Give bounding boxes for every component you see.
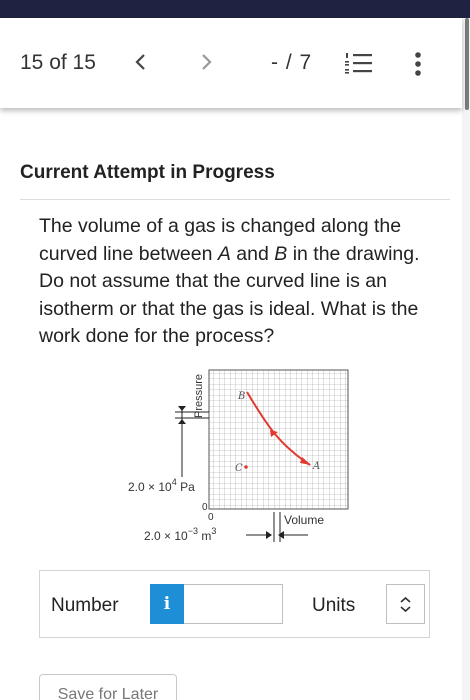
- previous-question-button[interactable]: [128, 47, 154, 77]
- arrow-head-icon: [266, 531, 272, 539]
- origin-x-label: 0: [208, 512, 214, 523]
- question-nav-bar: 15 of 15 - / 7: [0, 18, 462, 108]
- save-for-later-button[interactable]: Save for Later: [39, 674, 177, 700]
- chevron-right-icon: [202, 54, 212, 70]
- y-axis-label: Pressure: [193, 374, 205, 418]
- pv-diagram-svg: Pressure 2.0 × 104 Pa 0 0 2.0 × 10−3 m3 …: [128, 369, 349, 543]
- x-axis-label: Volume: [284, 513, 324, 527]
- point-a-label: A: [312, 461, 320, 472]
- info-icon: i: [163, 594, 171, 614]
- next-question-button[interactable]: [194, 47, 220, 77]
- number-input[interactable]: [184, 584, 283, 624]
- question-text-part: and: [230, 242, 275, 265]
- point-c-label: C: [235, 463, 243, 474]
- question-text: The volume of a gas is changed along the…: [39, 213, 439, 351]
- attempt-status-heading: Current Attempt in Progress: [20, 162, 275, 183]
- info-button[interactable]: i: [150, 584, 184, 624]
- point-a-variable: A: [217, 242, 231, 265]
- number-label: Number: [51, 595, 119, 616]
- question-score: - / 7: [271, 51, 313, 74]
- scrollbar-thumb[interactable]: [465, 18, 469, 110]
- arrow-head-icon: [178, 419, 186, 424]
- units-label: Units: [312, 595, 356, 616]
- point-c-marker: [244, 465, 248, 469]
- question-counter: 15 of 15: [20, 51, 96, 74]
- point-b-label: B: [237, 391, 245, 402]
- top-strip: [0, 0, 470, 18]
- section-divider: [20, 199, 450, 200]
- more-options-button[interactable]: [408, 48, 428, 80]
- point-b-variable: B: [274, 242, 288, 265]
- chevron-left-icon: [135, 54, 145, 70]
- numbered-list-icon: [345, 53, 372, 74]
- page-scrollbar[interactable]: [462, 18, 470, 700]
- vertical-ellipsis-icon: [415, 52, 421, 76]
- pressure-scale-label: 2.0 × 104 Pa: [128, 477, 195, 494]
- arrow-head-icon: [178, 406, 186, 411]
- units-select[interactable]: [386, 584, 425, 624]
- volume-scale-label: 2.0 × 10−3 m3: [144, 526, 216, 543]
- answer-row: Number i Units: [39, 570, 430, 638]
- question-list-button[interactable]: [344, 50, 374, 76]
- pressure-volume-diagram: Pressure 2.0 × 104 Pa 0 0 2.0 × 10−3 m3 …: [120, 362, 360, 552]
- select-arrows-icon: [400, 596, 411, 613]
